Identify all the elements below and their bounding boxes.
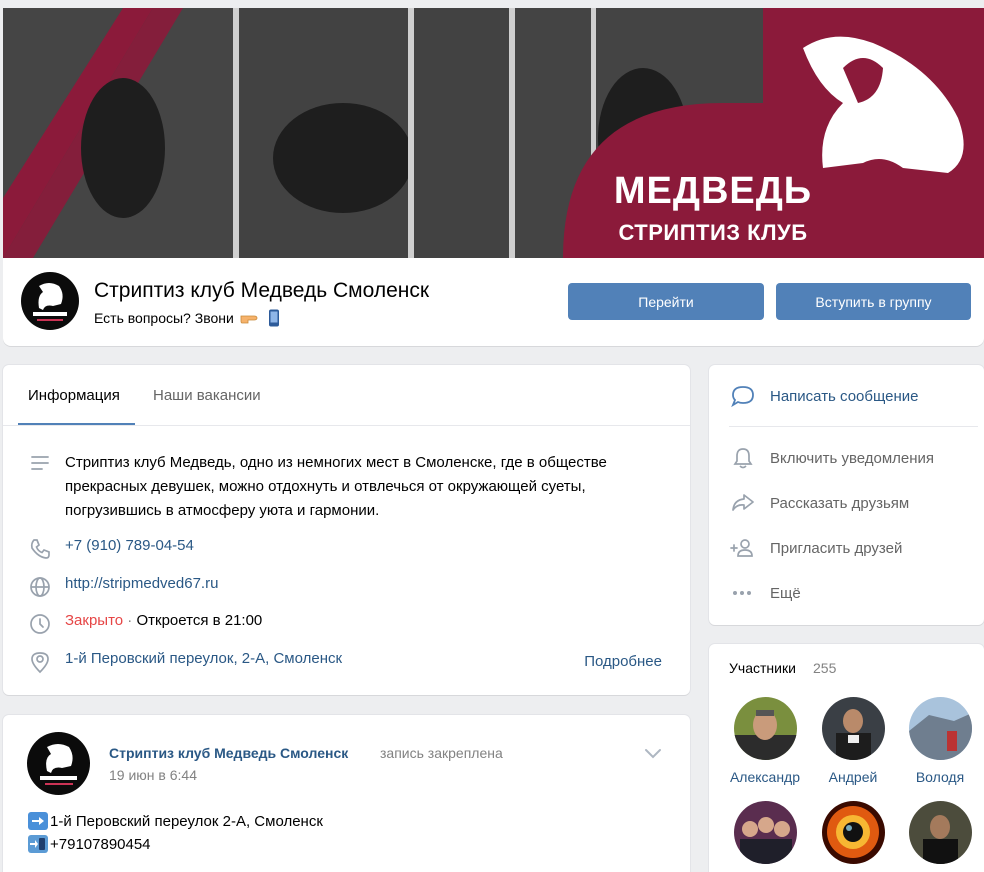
post-phone-text: +79107890454 xyxy=(50,835,151,853)
description-row: Стриптиз клуб Медведь, одно из немногих … xyxy=(28,451,668,523)
avatar[interactable] xyxy=(821,697,885,760)
hours-row: Закрыто · Откроется в 21:00 xyxy=(28,612,262,636)
tab-vacancies[interactable]: Наши вакансии xyxy=(153,387,261,404)
invite-friends-label: Пригласить друзей xyxy=(770,539,903,557)
pointing-hand-icon xyxy=(240,311,262,325)
post-line-phone: +79107890454 xyxy=(28,835,151,853)
bell-icon xyxy=(729,446,757,470)
member-name[interactable]: Александр xyxy=(725,769,805,785)
group-actions: Написать сообщение Включить уведомления … xyxy=(709,365,984,625)
location-pin-icon xyxy=(28,650,52,674)
message-icon xyxy=(729,384,757,408)
more-label: Ещё xyxy=(770,584,801,602)
website-row: http://stripmedved67.ru xyxy=(28,575,218,599)
group-avatar[interactable] xyxy=(21,272,79,330)
cover-subtitle: СТРИПТИЗ КЛУБ xyxy=(618,220,808,245)
members-count: 255 xyxy=(813,660,837,676)
website-link[interactable]: http://stripmedved67.ru xyxy=(65,575,218,592)
avatar[interactable] xyxy=(733,801,797,864)
invite-friends-action[interactable]: Пригласить друзей xyxy=(729,536,902,560)
member-name[interactable]: Володя xyxy=(900,769,980,785)
add-user-icon xyxy=(729,536,757,560)
enable-notifications-label: Включить уведомления xyxy=(770,449,935,467)
share-action[interactable]: Рассказать друзьям xyxy=(729,491,909,515)
description-text: Стриптиз клуб Медведь, одно из немногих … xyxy=(65,454,607,519)
post-address-text: 1-й Перовский переулок 2-А, Смоленск xyxy=(50,812,323,830)
post-author-link[interactable]: Стриптиз клуб Медведь Смоленск xyxy=(109,745,348,761)
join-group-button[interactable]: Вступить в группу xyxy=(776,283,971,320)
phone-link[interactable]: +7 (910) 789-04-54 xyxy=(65,537,194,554)
send-message-action[interactable]: Написать сообщение xyxy=(729,384,919,408)
text-lines-icon xyxy=(28,451,52,475)
go-button[interactable]: Перейти xyxy=(568,283,764,320)
more-details-link[interactable]: Подробнее xyxy=(584,653,662,670)
tab-information[interactable]: Информация xyxy=(28,387,120,404)
info-card: Информация Наши вакансии Стриптиз клуб М… xyxy=(3,365,690,695)
mobile-phone-icon xyxy=(268,309,280,327)
member-item[interactable]: Андрей xyxy=(813,697,893,785)
active-tab-indicator xyxy=(18,423,135,425)
post-pinned-label: запись закреплена xyxy=(380,745,503,761)
member-name[interactable]: Андрей xyxy=(813,769,893,785)
post-line-address: 1-й Перовский переулок 2-А, Смоленск xyxy=(28,812,323,830)
share-icon xyxy=(729,491,757,515)
hours-separator: · xyxy=(123,612,137,629)
more-action[interactable]: Ещё xyxy=(729,581,801,605)
hours-status: Закрыто xyxy=(65,612,124,629)
right-arrow-icon xyxy=(28,812,48,830)
avatar[interactable] xyxy=(733,697,797,760)
member-item[interactable]: Александр xyxy=(725,697,805,785)
clock-icon xyxy=(28,612,52,636)
share-label: Рассказать друзьям xyxy=(770,494,910,512)
mobile-phone-arrow-icon xyxy=(28,835,48,853)
enable-notifications-action[interactable]: Включить уведомления xyxy=(729,446,934,470)
avatar[interactable] xyxy=(908,801,972,864)
address-row: 1-й Перовский переулок, 2-А, Смоленск xyxy=(28,650,342,674)
member-item[interactable] xyxy=(813,801,893,872)
phone-icon xyxy=(28,537,52,561)
avatar[interactable] xyxy=(908,697,972,760)
member-item[interactable] xyxy=(725,801,805,872)
phone-row: +7 (910) 789-04-54 xyxy=(28,537,194,561)
more-icon xyxy=(729,581,757,605)
group-header: Стриптиз клуб Медведь Смоленск Есть вопр… xyxy=(3,258,984,346)
chevron-down-icon[interactable] xyxy=(643,745,663,761)
globe-icon xyxy=(28,575,52,599)
group-name: Стриптиз клуб Медведь Смоленск xyxy=(94,279,430,302)
status-text: Есть вопросы? Звони xyxy=(94,310,234,326)
cover-image: МЕДВЕДЬ СТРИПТИЗ КЛУБ xyxy=(3,8,984,258)
info-tabs: Информация Наши вакансии xyxy=(3,365,690,426)
members-block: Участники 255 Александр Андрей Володя xyxy=(709,644,984,872)
member-item[interactable]: Володя xyxy=(900,697,980,785)
avatar[interactable] xyxy=(821,801,885,864)
cover-artwork xyxy=(3,8,984,258)
member-item[interactable] xyxy=(900,801,980,872)
post-date[interactable]: 19 июн в 6:44 xyxy=(109,767,197,783)
hours-next-open: Откроется в 21:00 xyxy=(136,612,263,629)
cover-title: МЕДВЕДЬ xyxy=(613,170,813,212)
members-title[interactable]: Участники xyxy=(729,660,796,676)
group-status: Есть вопросы? Звони xyxy=(94,309,280,327)
send-message-label: Написать сообщение xyxy=(770,387,919,405)
address-link[interactable]: 1-й Перовский переулок, 2-А, Смоленск xyxy=(65,650,342,667)
post-author-avatar[interactable] xyxy=(27,732,90,795)
actions-divider xyxy=(729,426,978,427)
pinned-post: Стриптиз клуб Медведь Смоленск запись за… xyxy=(3,715,690,872)
